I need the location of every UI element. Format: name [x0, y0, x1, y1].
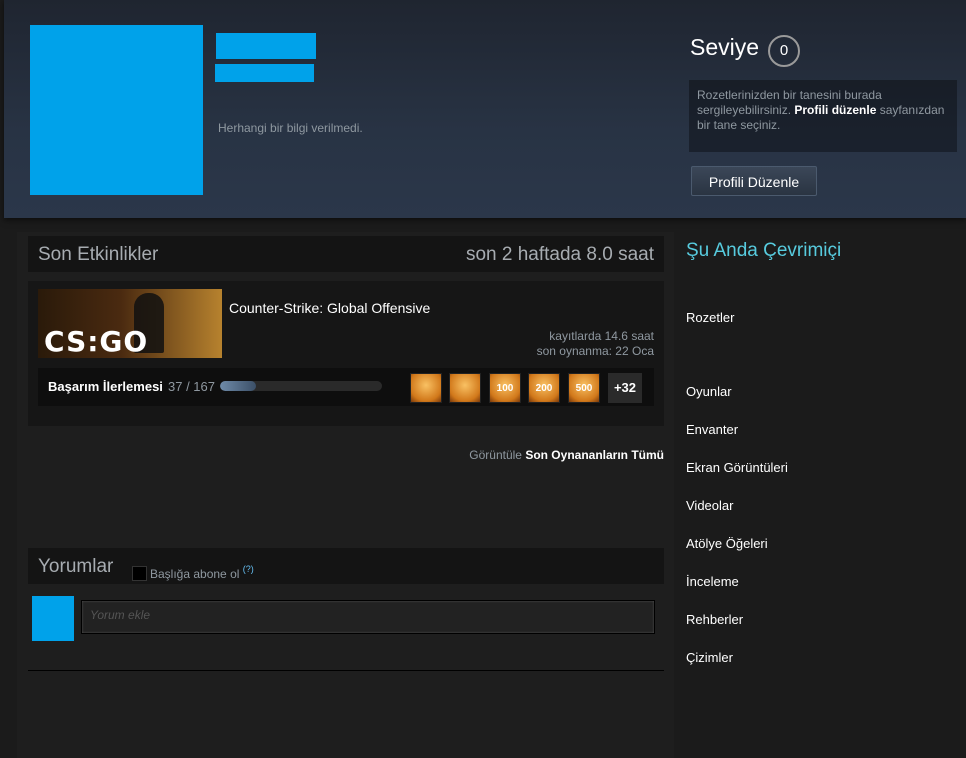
real-name-redacted [215, 64, 314, 82]
view-prefix: Görüntüle [469, 448, 522, 462]
target-achievement-icon[interactable] [410, 373, 442, 403]
game-hours-info: kayıtlarda 14.6 saat son oynanma: 22 Oca [537, 329, 654, 359]
sidebar-link-reviews[interactable]: İnceleme [686, 574, 739, 589]
featured-badge-box: Rozetlerinizden bir tanesini burada serg… [689, 80, 957, 152]
last-played: son oynanma: 22 Oca [536, 344, 654, 358]
achievement-200-icon[interactable]: 200 [528, 373, 560, 403]
achievement-progress-fill [220, 381, 256, 391]
comment-avatar [32, 596, 74, 641]
edit-profile-link[interactable]: Profili düzenle [794, 103, 876, 117]
profile-header-panel: Herhangi bir bilgi verilmedi. Seviye 0 R… [4, 0, 966, 218]
achievement-count: 37 / 167 [168, 379, 215, 394]
achievement-100-icon[interactable]: 100 [489, 373, 521, 403]
more-achievements-button[interactable]: +32 [608, 373, 642, 403]
recent-hours: son 2 haftada 8.0 saat [465, 244, 654, 265]
sidebar-link-screenshots[interactable]: Ekran Görüntüleri [686, 460, 788, 475]
recent-activity-header: Son Etkinlikler son 2 haftada 8.0 saat [28, 236, 664, 272]
level-badge[interactable]: 0 [768, 35, 800, 67]
game-capsule-image[interactable]: CS:GO [38, 289, 222, 358]
sidebar-link-videos[interactable]: Videolar [686, 498, 733, 513]
level-label: Seviye [690, 34, 760, 60]
subscribe-label: Başlığa abone ol [150, 567, 240, 581]
sidebar-link-artwork[interactable]: Çizimler [686, 650, 733, 665]
view-all-link[interactable]: Son Oynananların Tümü [525, 448, 664, 462]
sidebar-link-games[interactable]: Oyunlar [686, 384, 732, 399]
help-icon[interactable]: (?) [243, 564, 254, 574]
sidebar-link-guides[interactable]: Rehberler [686, 612, 743, 627]
achievement-progress-track [220, 381, 382, 391]
achievement-progress-bar[interactable]: Başarım İlerlemesi 37 / 167 100 200 500 … [38, 368, 654, 406]
profile-header: Herhangi bir bilgi verilmedi. Seviye 0 R… [0, 0, 966, 222]
subscribe-thread[interactable]: Başlığa abone ol (?) [132, 564, 254, 581]
game-activity-card: CS:GO Counter-Strike: Global Offensive k… [28, 281, 664, 426]
achievement-500-icon[interactable]: 500 [568, 373, 600, 403]
recent-activity-title: Son Etkinlikler [38, 244, 159, 265]
comments-header: Yorumlar [28, 548, 664, 584]
edit-profile-button[interactable]: Profili Düzenle [691, 166, 817, 196]
persona-name-redacted [216, 33, 316, 59]
game-name-link[interactable]: Counter-Strike: Global Offensive [229, 300, 430, 316]
sidebar-link-badges[interactable]: Rozetler [686, 310, 734, 325]
sidebar-link-inventory[interactable]: Envanter [686, 422, 738, 437]
sidebar-link-workshop[interactable]: Atölye Öğeleri [686, 536, 768, 551]
comments-title: Yorumlar [38, 556, 114, 577]
avatar[interactable] [30, 25, 203, 195]
online-status: Şu Anda Çevrimiçi [686, 240, 842, 261]
achievement-progress-label: Başarım İlerlemesi [48, 379, 163, 394]
subscribe-checkbox[interactable] [132, 566, 147, 581]
comments-divider [28, 670, 664, 671]
runner-achievement-icon[interactable] [449, 373, 481, 403]
game-capsule-logo: CS:GO [44, 325, 149, 358]
hours-on-record: kayıtlarda 14.6 saat [549, 329, 654, 343]
profile-summary: Herhangi bir bilgi verilmedi. [218, 121, 363, 135]
view-all-recent-games[interactable]: Görüntüle Son Oynananların Tümü [469, 448, 664, 462]
comment-input[interactable]: Yorum ekle [81, 600, 655, 634]
